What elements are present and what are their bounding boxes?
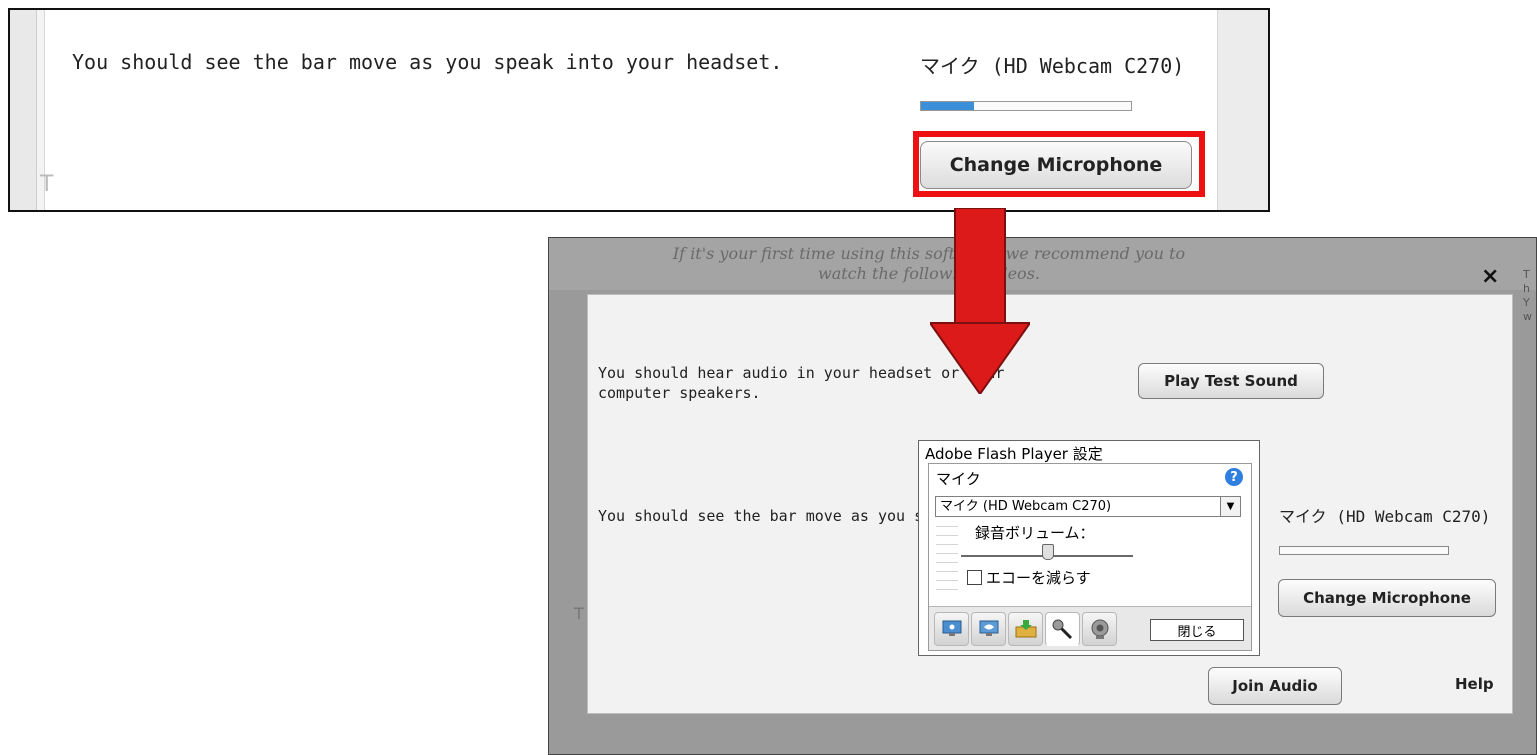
storage-icon[interactable] (1008, 612, 1043, 646)
join-audio-button[interactable]: Join Audio (1208, 667, 1342, 705)
selected-microphone: マイク (HD Webcam C270) (940, 499, 1112, 514)
help-icon[interactable]: ? (1225, 468, 1243, 486)
left-gutter (10, 10, 37, 210)
top-screenshot-crop: T You should see the bar move as you spe… (8, 8, 1270, 212)
echo-reduction-option[interactable]: エコーを減らす (967, 567, 1091, 588)
echo-label: エコーを減らす (986, 569, 1091, 587)
mic-level-bar (920, 101, 1132, 111)
echo-checkbox[interactable] (967, 570, 982, 585)
mic-hint-text: You should see the bar move as you speak… (72, 50, 783, 74)
clipped-letter: T (574, 604, 584, 623)
camera-icon[interactable] (1082, 612, 1117, 646)
highlight-box (913, 131, 1205, 197)
right-gutter (1217, 10, 1268, 210)
mic-level-bar (1279, 546, 1449, 555)
microphone-label: マイク (HD Webcam C270) (920, 54, 1185, 78)
flash-settings-panel: Adobe Flash Player 設定 マイク ? マイク (HD Webc… (918, 440, 1260, 656)
microphone-select[interactable]: マイク (HD Webcam C270) ▼ (935, 496, 1241, 517)
clipped-side-text: ThYw (1523, 268, 1532, 323)
change-microphone-button[interactable]: Change Microphone (1278, 579, 1496, 617)
play-test-sound-button[interactable]: Play Test Sound (1138, 363, 1324, 399)
intro-text: If it's your first time using this softw… (672, 244, 1186, 283)
volume-label: 録音ボリューム： (975, 524, 1095, 542)
help-link[interactable]: Help (1455, 675, 1494, 693)
clipped-letter: T (40, 172, 54, 197)
level-meter (936, 522, 958, 590)
arrow-down-icon (930, 208, 1030, 394)
microphone-icon[interactable] (1045, 612, 1080, 646)
microphone-label: マイク (HD Webcam C270) (1279, 507, 1491, 526)
microphone-section-label: マイク (936, 470, 981, 488)
volume-slider-thumb[interactable] (1042, 544, 1054, 560)
bottom-screenshot-crop: If it's your first time using this softw… (548, 237, 1537, 755)
display-icon[interactable] (971, 612, 1006, 646)
chevron-down-icon[interactable]: ▼ (1220, 497, 1240, 516)
flash-settings-title: Adobe Flash Player 設定 (925, 445, 1103, 463)
mic-level-fill (921, 102, 974, 110)
close-icon[interactable]: × (1481, 264, 1499, 289)
audio-setup-dialog: You should hear audio in your headset or… (587, 294, 1513, 714)
settings-tab-bar: 閉じる (929, 606, 1251, 650)
privacy-icon[interactable] (934, 612, 969, 646)
close-button[interactable]: 閉じる (1150, 619, 1244, 641)
flash-settings-body: マイク ? マイク (HD Webcam C270) ▼ 録音ボリューム： エコ… (928, 463, 1252, 651)
